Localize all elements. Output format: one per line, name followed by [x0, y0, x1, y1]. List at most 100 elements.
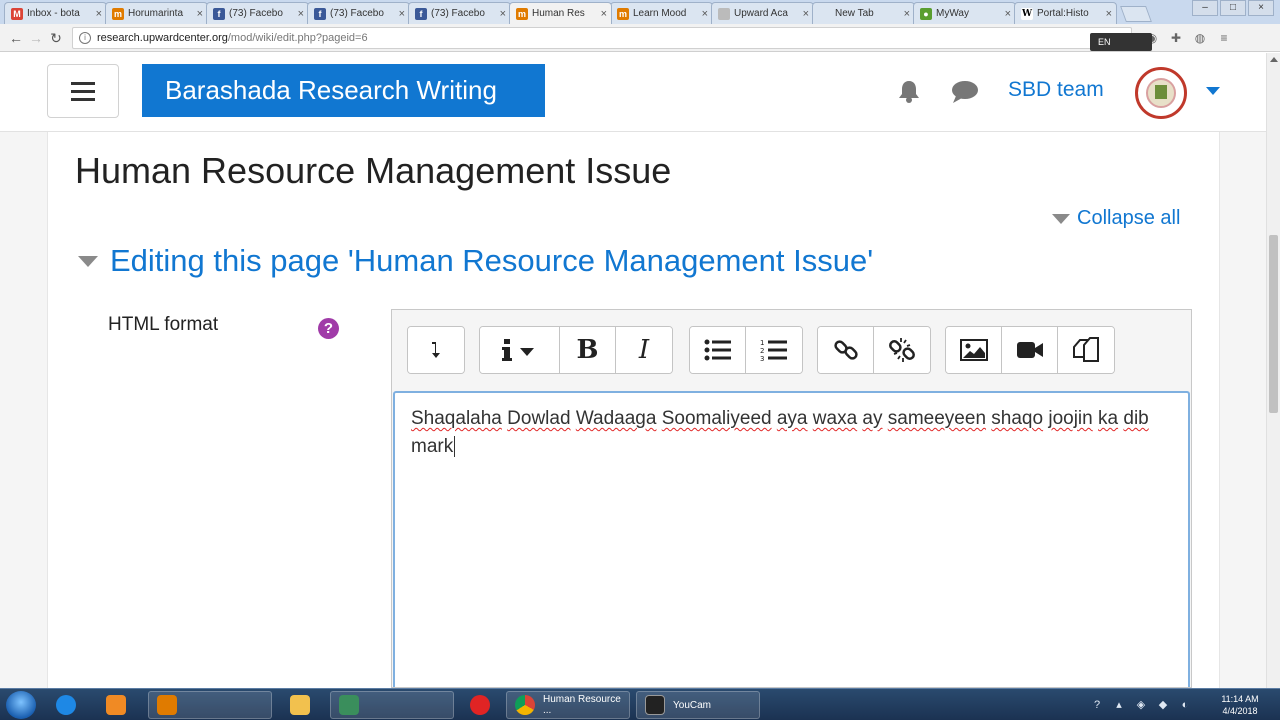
chrome-extension-icon[interactable]: ◍ — [1192, 30, 1208, 46]
browser-tab[interactable]: W Portal:Histo × — [1014, 2, 1117, 24]
menu-icon[interactable]: ≡ — [1216, 30, 1232, 46]
browser-toolbar: ← → ↻ i research.upwardcenter.org/mod/wi… — [0, 24, 1280, 52]
tab-close-icon[interactable]: × — [803, 8, 809, 20]
taskbar-explorer-button[interactable] — [282, 691, 324, 719]
tab-label: Learn Mood — [633, 8, 687, 19]
tab-close-icon[interactable]: × — [601, 8, 607, 20]
tab-label: Upward Aca — [734, 8, 788, 19]
editor-word: dib — [1123, 408, 1149, 429]
user-menu-name[interactable]: SBD team — [1008, 78, 1104, 102]
scroll-up-arrow-icon[interactable] — [1270, 57, 1278, 62]
taskbar-youcam-button[interactable]: YouCam — [636, 691, 760, 719]
taskbar-opera-button[interactable] — [462, 691, 504, 719]
language-badge[interactable]: EN — [1090, 33, 1152, 51]
minimize-window-button[interactable]: – — [1192, 0, 1218, 16]
manage-files-button[interactable] — [1058, 327, 1114, 373]
tab-favicon-icon: m — [617, 7, 629, 20]
tab-close-icon[interactable]: × — [500, 8, 506, 20]
tab-favicon-icon: m — [516, 7, 528, 20]
tab-close-icon[interactable]: × — [399, 8, 405, 20]
windows-taskbar: Human Resource ... YouCam ? ▴ ◈ ◆ ◐ 11:1… — [0, 688, 1280, 720]
ordered-list-button[interactable]: 1 2 3 — [746, 327, 802, 373]
address-bar[interactable]: i research.upwardcenter.org/mod/wiki/edi… — [72, 26, 1132, 49]
editor-word: shaqo — [991, 408, 1044, 429]
editor-word: waxa — [812, 408, 858, 429]
editor-word: joojin — [1048, 408, 1093, 429]
site-brand-link[interactable]: Barashada Research Writing — [142, 64, 545, 117]
browser-tab[interactable]: m Learn Mood × — [610, 2, 713, 24]
user-menu-caret-icon[interactable] — [1206, 87, 1220, 95]
help-icon[interactable]: ? — [318, 318, 339, 339]
reload-button[interactable]: ↻ — [46, 28, 66, 48]
page-scrollbar[interactable] — [1266, 53, 1280, 688]
user-avatar[interactable] — [1135, 67, 1187, 119]
browser-tab[interactable]: f (73) Facebo × — [307, 2, 410, 24]
messages-chat-icon[interactable] — [951, 80, 979, 104]
browser-tab[interactable]: f (73) Facebo × — [206, 2, 309, 24]
hp-icon — [339, 695, 359, 715]
forward-button[interactable]: → — [26, 28, 46, 48]
taskbar-hp-button[interactable] — [330, 691, 454, 719]
volume-icon[interactable]: ◐ — [1178, 698, 1192, 712]
browser-tab[interactable]: ● MyWay × — [913, 2, 1016, 24]
system-clock[interactable]: 11:14 AM 4/4/2018 — [1212, 693, 1268, 717]
tab-close-icon[interactable]: × — [904, 8, 910, 20]
browser-tab[interactable]: Upward Aca × — [711, 2, 814, 24]
collapse-all-link[interactable]: Collapse all — [1052, 207, 1180, 230]
start-button[interactable] — [6, 691, 36, 719]
tab-label: MyWay — [936, 8, 969, 19]
tab-close-icon[interactable]: × — [702, 8, 708, 20]
tab-close-icon[interactable]: × — [1106, 8, 1112, 20]
maximize-window-button[interactable]: □ — [1220, 0, 1246, 16]
pin-icon[interactable]: ✚ — [1168, 30, 1184, 46]
toolbar-group-lists: 1 2 3 — [689, 326, 803, 374]
notifications-bell-icon[interactable] — [896, 78, 922, 104]
network-icon[interactable]: ◈ — [1134, 698, 1148, 712]
scrollbar-thumb[interactable] — [1269, 235, 1278, 413]
collapse-toolbar-button[interactable] — [408, 327, 464, 373]
insert-image-button[interactable] — [946, 327, 1002, 373]
clock-date: 4/4/2018 — [1222, 706, 1258, 716]
italic-button[interactable]: I — [616, 327, 672, 373]
section-toggle-heading[interactable]: Editing this page 'Human Resource Manage… — [78, 243, 873, 279]
help-tray-icon[interactable]: ? — [1090, 698, 1104, 712]
taskbar-media-button[interactable] — [98, 691, 140, 719]
browser-tab[interactable]: M Inbox - bota × — [4, 2, 107, 24]
folder-icon — [290, 695, 310, 715]
tray-expand-icon[interactable]: ▴ — [1112, 698, 1126, 712]
tab-favicon-icon: f — [415, 7, 427, 20]
close-window-button[interactable]: × — [1248, 0, 1274, 16]
taskbar-chrome-button[interactable]: Human Resource ... — [506, 691, 630, 719]
url-host: research.upwardcenter.org — [97, 31, 228, 44]
taskbar-ie-button[interactable] — [48, 691, 90, 719]
browser-tab[interactable]: m Horumarinta × — [105, 2, 208, 24]
paragraph-styles-button[interactable] — [480, 327, 560, 373]
tab-close-icon[interactable]: × — [96, 8, 102, 20]
insert-media-button[interactable] — [1002, 327, 1058, 373]
link-button[interactable] — [818, 327, 874, 373]
editor-content-area[interactable]: Shaqalaha Dowlad Wadaaga Soomaliyeed aya… — [393, 391, 1190, 687]
editor-word: Wadaaga — [575, 408, 657, 429]
tab-favicon-icon: M — [11, 7, 23, 20]
browser-tab[interactable]: New Tab × — [812, 2, 915, 24]
tab-close-icon[interactable]: × — [197, 8, 203, 20]
link-icon — [833, 340, 858, 360]
bold-button[interactable]: B — [560, 327, 616, 373]
tab-favicon-icon — [718, 7, 730, 20]
page-info-icon[interactable]: i — [79, 31, 91, 44]
text-cursor — [454, 436, 456, 457]
back-button[interactable]: ← — [6, 28, 26, 48]
tab-close-icon[interactable]: × — [298, 8, 304, 20]
nav-drawer-toggle-button[interactable] — [47, 64, 119, 118]
editor-toolbar: B I 1 2 3 — [392, 310, 1191, 392]
tab-favicon-icon: f — [314, 7, 326, 20]
chrome-icon — [515, 695, 535, 715]
unordered-list-button[interactable] — [690, 327, 746, 373]
tab-close-icon[interactable]: × — [1005, 8, 1011, 20]
security-icon[interactable]: ◆ — [1156, 698, 1170, 712]
browser-tab[interactable]: m Human Res × — [509, 2, 612, 24]
browser-tab[interactable]: f (73) Facebo × — [408, 2, 511, 24]
unlink-button[interactable] — [874, 327, 930, 373]
new-tab-button[interactable] — [1120, 6, 1152, 22]
taskbar-app-button[interactable] — [148, 691, 272, 719]
